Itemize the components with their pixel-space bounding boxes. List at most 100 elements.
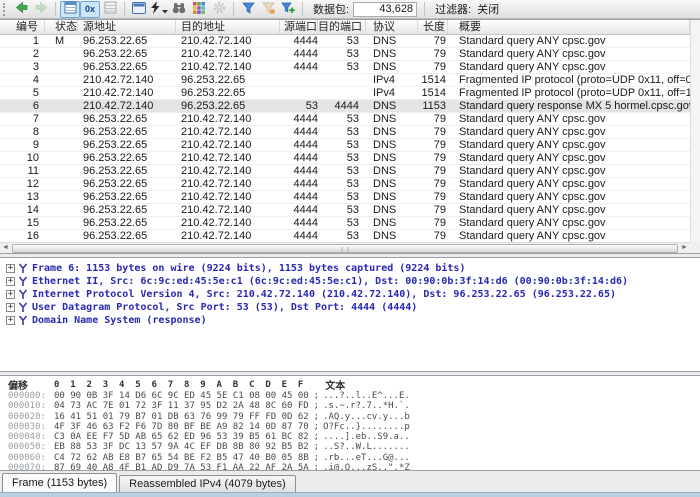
column-header-sport[interactable]: 源端口 (280, 20, 318, 34)
cell-summary: Standard query response MX 5 hormel.cpsc… (448, 100, 690, 112)
table-row[interactable]: 6210.42.72.14096.253.22.65534444DNS1153S… (0, 100, 690, 113)
cell-len: 79 (418, 48, 448, 60)
cell-sport: 4444 (280, 61, 318, 73)
hex-row-offset: 000000: (8, 391, 54, 401)
cell-no: 4 (0, 74, 45, 86)
column-header-dport[interactable]: 目的端口 (318, 20, 366, 34)
cell-sport (280, 74, 318, 86)
expand-icon[interactable]: + (6, 303, 15, 312)
toolbar: 0x 数据包: (0, 0, 700, 19)
cell-summary: Standard query ANY cpsc.gov (448, 230, 690, 242)
table-row[interactable]: 1396.253.22.65210.42.72.140444453DNS79St… (0, 191, 690, 204)
cell-dst: 210.42.72.140 (176, 191, 280, 203)
hex-row-bytes: 04 73 AC 7E 01 72 3F 11 37 95 D2 2A 48 8… (54, 401, 309, 411)
back-button[interactable] (11, 1, 31, 18)
table-row[interactable]: 1M96.253.22.65210.42.72.140444453DNS79St… (0, 35, 690, 48)
cell-summary: Standard query ANY cpsc.gov (448, 191, 690, 203)
scrollbar-corner (690, 242, 700, 253)
expand-icon[interactable]: + (6, 277, 15, 286)
expand-icon[interactable]: + (6, 316, 15, 325)
column-header-src[interactable]: 源地址 (78, 20, 176, 34)
column-header-no[interactable]: 编号 (0, 20, 45, 34)
tree-item[interactable]: +Frame 6: 1153 bytes on wire (9224 bits)… (4, 262, 700, 275)
cell-len: 79 (418, 178, 448, 190)
cell-summary: Fragmented IP protocol (proto=UDP 0x11, … (448, 87, 690, 99)
table-row[interactable]: 796.253.22.65210.42.72.140444453DNS79Sta… (0, 113, 690, 126)
column-header-proto[interactable]: 协议 (366, 20, 418, 34)
table-row[interactable]: 996.253.22.65210.42.72.140444453DNS79Sta… (0, 139, 690, 152)
cell-src: 96.253.22.65 (78, 178, 176, 190)
table-row[interactable]: 296.253.22.65210.42.72.140444453DNS79Sta… (0, 48, 690, 61)
table-row[interactable]: 1496.253.22.65210.42.72.140444453DNS79St… (0, 204, 690, 217)
table-row[interactable]: 4210.42.72.14096.253.22.65IPv41514Fragme… (0, 74, 690, 87)
find-button[interactable] (169, 1, 189, 18)
cell-proto: DNS (366, 100, 418, 112)
tab-reassembled-ipv4[interactable]: Reassembled IPv4 (4079 bytes) (119, 475, 296, 492)
cell-no: 10 (0, 152, 45, 164)
hex-row[interactable]: 000040:C3 0A EE F7 5D AB 65 62 ED 96 53 … (8, 432, 700, 442)
cell-dst: 96.253.22.65 (176, 74, 280, 86)
scroll-right-button[interactable]: ► (679, 243, 690, 253)
hex-row[interactable]: 000010:04 73 AC 7E 01 72 3F 11 37 95 D2 … (8, 401, 700, 411)
packet-list-view-button[interactable] (60, 1, 80, 18)
scroll-left-button[interactable]: ◄ (0, 243, 11, 253)
tree-item[interactable]: +Domain Name System (response) (4, 314, 700, 327)
expand-icon[interactable]: + (6, 264, 15, 273)
toolbar-grip[interactable] (3, 3, 8, 16)
hex-view-button[interactable]: 0x (80, 1, 100, 18)
column-header-dst[interactable]: 目的地址 (176, 20, 280, 34)
filter-add-button[interactable] (278, 1, 298, 18)
table-row[interactable]: 1196.253.22.65210.42.72.140444453DNS79St… (0, 165, 690, 178)
table-row[interactable]: 896.253.22.65210.42.72.140444453DNS79Sta… (0, 126, 690, 139)
scrollbar-thumb[interactable] (12, 244, 678, 253)
console-button[interactable] (129, 1, 149, 18)
table-row[interactable]: 396.253.22.65210.42.72.140444453DNS79Sta… (0, 61, 690, 74)
filter-button[interactable] (238, 1, 258, 18)
expand-icon[interactable]: + (6, 290, 15, 299)
hex-row-offset: 000040: (8, 432, 54, 442)
hex-row-offset: 000070: (8, 463, 54, 471)
table-row[interactable]: 5210.42.72.14096.253.22.65IPv41514Fragme… (0, 87, 690, 100)
column-header-status[interactable]: 状态 (45, 20, 78, 34)
packet-count-field[interactable]: 43,628 (353, 2, 417, 17)
column-header-len[interactable]: 长度 (418, 20, 448, 34)
column-header-summary[interactable]: 概要 (448, 20, 690, 34)
table-row[interactable]: 1596.253.22.65210.42.72.140444453DNS79St… (0, 217, 690, 230)
cell-sport: 4444 (280, 204, 318, 216)
thumb-grip (342, 247, 349, 252)
hex-row-offset: 000050: (8, 442, 54, 452)
settings-button[interactable] (209, 1, 229, 18)
tree-item[interactable]: +Internet Protocol Version 4, Src: 210.4… (4, 288, 700, 301)
lightning-icon (151, 1, 160, 17)
cell-dst: 210.42.72.140 (176, 152, 280, 164)
filter-status-value: 关闭 (477, 1, 499, 17)
detail-view-button[interactable] (100, 1, 120, 18)
capture-button[interactable] (149, 1, 169, 18)
vertical-scrollbar[interactable] (690, 20, 700, 244)
tree-item[interactable]: +User Datagram Protocol, Src Port: 53 (5… (4, 301, 700, 314)
hex-row[interactable]: 000070:87 69 40 A8 4F B1 AD D9 7A 53 F1 … (8, 463, 700, 471)
cell-len: 79 (418, 61, 448, 73)
hex-row[interactable]: 000060:C4 72 62 AB E8 B7 65 54 BE F2 B5 … (8, 453, 700, 463)
hex-row[interactable]: 000000:00 90 0B 3F 14 D6 6C 9C ED 45 5E … (8, 391, 700, 401)
coloring-rules-button[interactable] (189, 1, 209, 18)
tab-frame[interactable]: Frame (1153 bytes) (2, 473, 117, 492)
protocol-tree: +Frame 6: 1153 bytes on wire (9224 bits)… (0, 257, 700, 372)
cell-dport: 53 (318, 35, 366, 47)
cell-status (45, 165, 78, 177)
table-row[interactable]: 1096.253.22.65210.42.72.140444453DNS79St… (0, 152, 690, 165)
cell-dst: 210.42.72.140 (176, 178, 280, 190)
tree-item[interactable]: +Ethernet II, Src: 6c:9c:ed:45:5e:c1 (6c… (4, 275, 700, 288)
filter-funnel-add-icon (281, 2, 295, 17)
forward-button[interactable] (31, 1, 51, 18)
hex-row[interactable]: 000030:4F 3F 46 63 F2 F6 7D 80 BF BE A9 … (8, 422, 700, 432)
hex-row-ascii: .i@.O...zS..".*Z (323, 463, 410, 471)
filter-clear-button[interactable] (258, 1, 278, 18)
table-row[interactable]: 1296.253.22.65210.42.72.140444453DNS79St… (0, 178, 690, 191)
horizontal-scrollbar[interactable]: ◄ ► (0, 242, 690, 253)
cell-status (45, 126, 78, 138)
hex-row[interactable]: 000050:EB 88 53 3F DC 13 57 9A 4C EF DB … (8, 442, 700, 452)
hex-text-label: 文本 (325, 377, 345, 392)
hex-row[interactable]: 000020:16 41 51 01 79 B7 01 DB 63 76 99 … (8, 412, 700, 422)
window-bottom-edge (0, 492, 700, 497)
